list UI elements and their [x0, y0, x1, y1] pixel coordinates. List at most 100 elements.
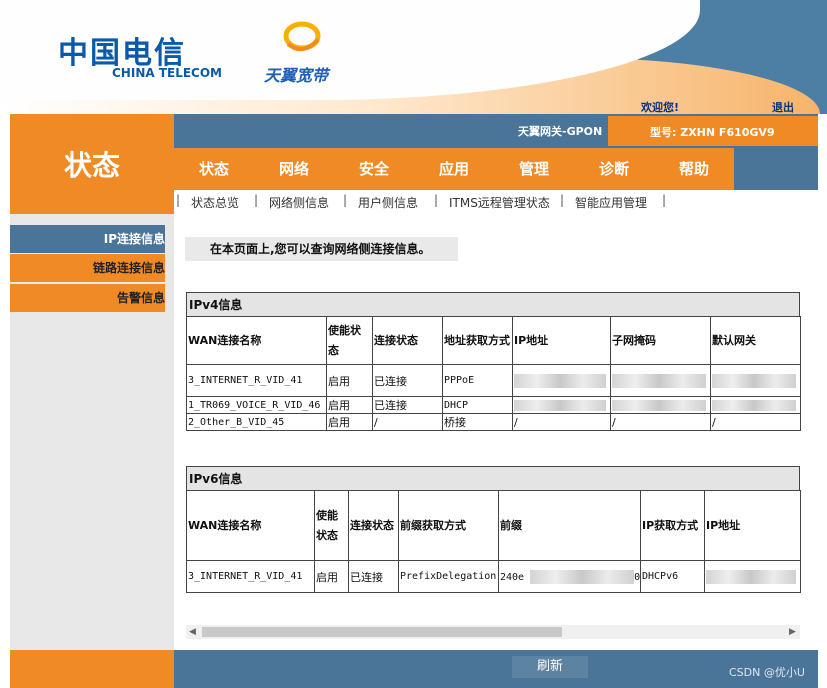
cell-redacted — [610, 396, 711, 414]
sidebar-item-label: IP连接信息 — [103, 232, 165, 246]
cell: PPPoE — [442, 364, 513, 397]
subnav-separator: | — [662, 193, 667, 207]
tab-status[interactable]: 状态 — [174, 148, 254, 190]
redacted-value — [712, 373, 796, 388]
table-row: 1_TR069_VOICE_R_VID_46 启用 已连接 DHCP — [186, 396, 801, 414]
cell: 2_Other_B_VID_45 — [186, 413, 327, 431]
cell: / — [372, 413, 443, 431]
col-header: 默认网关 — [710, 316, 801, 365]
col-header: 子网掩码 — [610, 316, 711, 365]
watermark: CSDN @优小U — [729, 666, 805, 679]
col-header: 前缀获取方式 — [398, 490, 499, 561]
subnav-separator: | — [560, 193, 565, 207]
tab-network[interactable]: 网络 — [254, 148, 334, 190]
cell-redacted — [710, 364, 801, 397]
sub-brand-logo: 天翼宽带 — [264, 66, 329, 85]
cell: DHCP — [442, 396, 513, 414]
cell: / — [710, 413, 801, 431]
gateway-title: 天翼网关-GPON — [518, 125, 603, 138]
cell: 3_INTERNET_R_VID_41 — [186, 560, 315, 593]
col-header: 使能状态 — [314, 490, 349, 561]
cell: DHCPv6 — [640, 560, 705, 593]
redacted-value — [514, 373, 606, 388]
footer-left-block — [10, 650, 174, 688]
col-header: WAN连接名称 — [186, 316, 327, 365]
cell-redacted — [610, 364, 711, 397]
ipv6-table: WAN连接名称 使能状态 连接状态 前缀获取方式 前缀 IP获取方式 IP地址 … — [186, 490, 801, 593]
cell: PrefixDelegation — [398, 560, 499, 593]
sidebar-item-label: 告警信息 — [116, 291, 165, 305]
sidebar-item-label: 链路连接信息 — [92, 261, 165, 275]
subnav-separator: | — [434, 193, 439, 207]
tab-security[interactable]: 安全 — [334, 148, 414, 190]
cell: / — [610, 413, 711, 431]
tab-management[interactable]: 管理 — [494, 148, 574, 190]
redacted-value — [530, 569, 635, 584]
ipv6-section-title: IPv6信息 — [186, 466, 800, 490]
cell: 已连接 — [372, 364, 443, 397]
cell: 启用 — [326, 364, 373, 397]
cell: 启用 — [326, 413, 373, 431]
welcome-text: 欢迎您! — [641, 101, 680, 114]
cell: 已连接 — [348, 560, 399, 593]
prefix-end: 0 — [634, 571, 641, 583]
model-label: 型号: ZXHN F610GV9 — [650, 126, 775, 139]
col-header: 使能状态 — [326, 316, 373, 365]
table-header-row: WAN连接名称 使能状态 连接状态 前缀获取方式 前缀 IP获取方式 IP地址 — [186, 490, 801, 561]
scroll-right-arrow-icon[interactable]: ▶ — [789, 625, 796, 639]
sidebar-item-link-connection[interactable]: 链路连接信息 — [10, 254, 165, 282]
subnav-separator: | — [254, 193, 259, 207]
table-header-row: WAN连接名称 使能状态 连接状态 地址获取方式 IP地址 子网掩码 默认网关 — [186, 316, 801, 365]
cell: 启用 — [314, 560, 349, 593]
model-box: 型号: ZXHN F610GV9 — [608, 116, 818, 146]
section-title-box: 状态 — [10, 114, 174, 214]
tab-diagnosis[interactable]: 诊断 — [574, 148, 654, 190]
sidebar-item-ip-connection[interactable]: IP连接信息 — [10, 225, 165, 253]
info-message: 在本页面上,您可以查询网络侧连接信息。 — [185, 237, 458, 261]
table-row: 3_INTERNET_R_VID_41 启用 已连接 PPPoE — [186, 364, 801, 397]
cell-redacted — [512, 396, 611, 414]
cell: 已连接 — [372, 396, 443, 414]
redacted-value — [712, 400, 796, 411]
col-header: 地址获取方式 — [442, 316, 513, 365]
ipv4-section-title: IPv4信息 — [186, 292, 800, 316]
scroll-left-arrow-icon[interactable]: ◀ — [189, 625, 196, 639]
col-header: 连接状态 — [348, 490, 399, 561]
section-title: 状态 — [63, 149, 120, 182]
tab-help[interactable]: 帮助 — [654, 148, 734, 190]
subnav-itms-status[interactable]: ITMS远程管理状态 — [449, 194, 550, 211]
subnav-separator: | — [343, 193, 348, 207]
redacted-value — [612, 373, 706, 388]
col-header: WAN连接名称 — [186, 490, 315, 561]
col-header: IP地址 — [704, 490, 801, 561]
cell: 3_INTERNET_R_VID_41 — [186, 364, 327, 397]
cell: / — [512, 413, 611, 431]
subnav-network-info[interactable]: 网络侧信息 — [269, 194, 329, 211]
scrollbar-thumb[interactable] — [202, 627, 562, 637]
col-header: 连接状态 — [372, 316, 443, 365]
prefix-start: 240e — [500, 571, 525, 583]
redacted-value — [514, 400, 606, 411]
cell-redacted — [710, 396, 801, 414]
col-header: IP获取方式 — [640, 490, 705, 561]
cell-prefix: 240e 0 — [498, 560, 641, 593]
brand-en: CHINA TELECOM — [112, 66, 222, 80]
table-row: 3_INTERNET_R_VID_41 启用 已连接 PrefixDelegat… — [186, 560, 801, 593]
redacted-value — [706, 569, 796, 584]
col-header: 前缀 — [498, 490, 641, 561]
cell-redacted — [704, 560, 801, 593]
subnav-separator: | — [176, 193, 181, 207]
subnav-smart-app[interactable]: 智能应用管理 — [575, 194, 647, 211]
redacted-value — [612, 400, 706, 411]
logout-link[interactable]: 退出 — [772, 99, 794, 115]
cell-redacted — [512, 364, 611, 397]
tab-application[interactable]: 应用 — [414, 148, 494, 190]
table-row: 2_Other_B_VID_45 启用 / 桥接 / / / — [186, 413, 801, 431]
refresh-button[interactable]: 刷新 — [512, 656, 588, 678]
subnav-status-overview[interactable]: 状态总览 — [191, 194, 239, 211]
subnav-user-info[interactable]: 用户侧信息 — [358, 194, 418, 211]
ipv4-table: WAN连接名称 使能状态 连接状态 地址获取方式 IP地址 子网掩码 默认网关 … — [186, 316, 801, 431]
footer-bar — [174, 650, 818, 688]
cell: 1_TR069_VOICE_R_VID_46 — [186, 396, 327, 414]
sidebar-item-alarm[interactable]: 告警信息 — [10, 284, 165, 312]
